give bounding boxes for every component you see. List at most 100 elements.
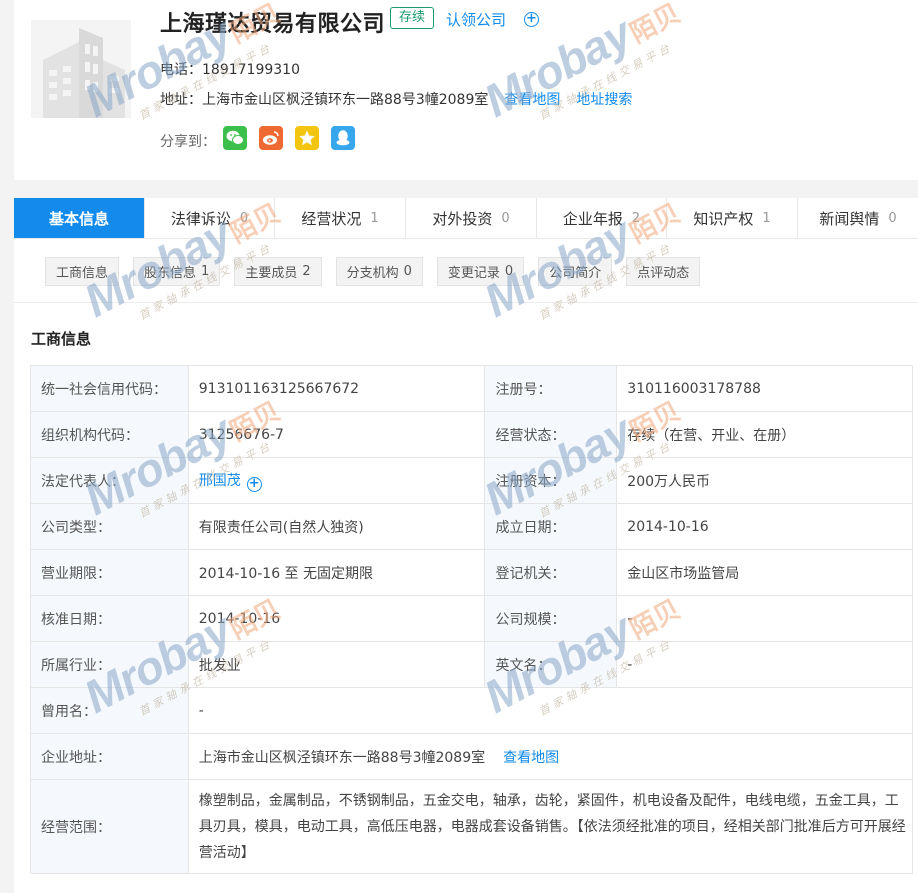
org-code-label: 组织机构代码： <box>30 411 189 458</box>
claim-company-link[interactable]: 认领公司 <box>446 9 506 30</box>
tab-label: 企业年报 <box>562 209 623 228</box>
table-row: 公司类型： 有限责任公司(自然人独资) 成立日期： 2014-10-16 <box>30 503 913 550</box>
table-row: 企业地址： 上海市金山区枫泾镇环东一路88号3幢2089室 查看地图 <box>30 733 914 780</box>
tab-count: 1 <box>762 210 771 226</box>
scale-value: - <box>616 595 913 642</box>
table-row: 曾用名： - <box>30 687 914 734</box>
former-name-label: 曾用名： <box>30 687 189 734</box>
tab-investments[interactable]: 对外投资 0 <box>406 198 537 238</box>
credit-code-label: 统一社会信用代码： <box>30 365 189 412</box>
follow-plus-icon[interactable]: + <box>246 476 262 492</box>
section-divider <box>14 302 918 303</box>
subtab-label: 股东信息 <box>144 266 197 281</box>
credit-code-value: 913101163125667672 <box>187 365 486 412</box>
table-row: 法定代表人： 邢国茂 + 注册资本： 200万人民币 <box>30 457 913 504</box>
legal-rep-label: 法定代表人： <box>30 457 189 504</box>
tab-label: 经营状况 <box>301 209 362 228</box>
term-value: 2014-10-16 至 无固定期限 <box>187 549 486 596</box>
sub-tabs: 工商信息 股东信息 1 主要成员 2 分支机构 0 变更记录 0 公司简介 点评动态 <box>45 257 701 286</box>
phone-number: 18917199310 <box>202 62 300 78</box>
subtab-label: 公司简介 <box>549 266 602 281</box>
main-panel: 基本信息 法律诉讼 0 经营状况 1 对外投资 0 企业年报 2 知识产权 1 新闻舆情 0… <box>14 198 918 893</box>
tab-annual-reports[interactable]: 企业年报 2 <box>537 198 667 238</box>
tab-operations[interactable]: 经营状况 1 <box>275 198 406 238</box>
subtab-key-members[interactable]: 主要成员 2 <box>234 257 322 286</box>
table-row: 统一社会信用代码： 913101163125667672 注册号： 310116… <box>30 365 913 412</box>
company-type-label: 公司类型： <box>30 503 189 550</box>
tab-label: 知识产权 <box>693 209 754 228</box>
phone-row: 电话：18917199310 <box>160 59 300 79</box>
legal-rep-cell: 邢国茂 + <box>187 457 486 504</box>
subtab-label: 分支机构 <box>346 266 399 281</box>
address-row: 地址：上海市金山区枫泾镇环东一路88号3幢2089室 查看地图 地址搜索 <box>160 89 632 109</box>
reg-no-value: 310116003178788 <box>616 365 913 412</box>
subtab-label: 主要成员 <box>245 266 298 281</box>
subtab-branches[interactable]: 分支机构 0 <box>335 257 423 286</box>
reg-no-label: 注册号： <box>484 365 618 412</box>
subtab-change-log[interactable]: 变更记录 0 <box>436 257 525 286</box>
weibo-icon[interactable] <box>259 126 283 150</box>
table-row: 组织机构代码： 31256676-7 经营状态： 存续（在营、开业、在册） <box>30 411 913 458</box>
company-name: 上海瑾达贸易有限公司 <box>160 12 386 37</box>
table-row: 核准日期： 2014-10-16 公司规模： - <box>30 595 913 642</box>
english-name-value: - <box>616 641 913 688</box>
tab-label: 法律诉讼 <box>170 209 231 228</box>
tab-count: 0 <box>888 210 897 226</box>
founded-label: 成立日期： <box>484 503 618 550</box>
address-search-link[interactable]: 地址搜索 <box>576 92 632 108</box>
tab-label: 基本信息 <box>48 209 109 228</box>
tab-count: 2 <box>631 210 641 226</box>
section-title: 工商信息 <box>31 330 92 348</box>
reg-capital-value: 200万人民币 <box>616 457 913 504</box>
status-badge: 存续 <box>390 7 435 29</box>
subtab-count: 1 <box>201 264 210 279</box>
subtab-label: 点评动态 <box>637 266 690 281</box>
qq-icon[interactable] <box>331 126 355 150</box>
subtab-profile[interactable]: 公司简介 <box>538 257 613 286</box>
business-info-table: 统一社会信用代码： 913101163125667672 注册号： 310116… <box>30 365 914 874</box>
approval-value: 2014-10-16 <box>187 595 486 642</box>
company-header-card: 上海瑾达贸易有限公司 存续 认领公司 + 电话：18917199310 地址：上… <box>14 0 918 180</box>
industry-label: 所属行业： <box>30 641 189 688</box>
address-label: 地址： <box>160 92 202 108</box>
tab-count: 0 <box>239 210 249 226</box>
table-row: 经营范围： 橡塑制品，金属制品，不锈钢制品，五金交电，轴承，齿轮，紧固件，机电设… <box>30 779 914 874</box>
address-text: 上海市金山区枫泾镇环东一路88号3幢2089室 <box>202 92 489 108</box>
follow-plus-icon[interactable]: + <box>524 12 539 27</box>
subtab-count: 2 <box>302 264 311 279</box>
phone-label: 电话： <box>160 62 202 78</box>
subtab-shareholders[interactable]: 股东信息 1 <box>133 257 221 286</box>
approval-label: 核准日期： <box>30 595 189 642</box>
wechat-icon[interactable] <box>223 126 247 150</box>
founded-value: 2014-10-16 <box>616 503 913 550</box>
legal-rep-link[interactable]: 邢国茂 <box>199 473 241 489</box>
biz-status-value: 存续（在营、开业、在册） <box>616 411 913 458</box>
reg-capital-label: 注册资本： <box>484 457 618 504</box>
view-map-link[interactable]: 查看地图 <box>504 92 560 108</box>
subtab-count: 0 <box>403 264 412 279</box>
view-map-link[interactable]: 查看地图 <box>503 750 559 766</box>
tab-basic-info[interactable]: 基本信息 <box>14 198 145 238</box>
main-tabs: 基本信息 法律诉讼 0 经营状况 1 对外投资 0 企业年报 2 知识产权 1 新闻舆情 0 <box>14 198 918 239</box>
english-name-label: 英文名： <box>484 641 618 688</box>
subtab-business-info[interactable]: 工商信息 <box>45 257 120 286</box>
tab-label: 对外投资 <box>432 209 493 228</box>
scale-label: 公司规模： <box>484 595 618 642</box>
subtab-label: 变更记录 <box>447 266 500 281</box>
tab-news[interactable]: 新闻舆情 0 <box>798 198 918 238</box>
industry-value: 批发业 <box>187 641 486 688</box>
subtab-reviews[interactable]: 点评动态 <box>626 257 701 286</box>
authority-label: 登记机关： <box>484 549 618 596</box>
company-type-value: 有限责任公司(自然人独资) <box>187 503 486 550</box>
org-code-value: 31256676-7 <box>187 411 486 458</box>
tab-count: 1 <box>370 210 379 226</box>
qzone-icon[interactable] <box>295 126 319 150</box>
share-icons <box>223 126 355 150</box>
tab-legal[interactable]: 法律诉讼 0 <box>145 198 275 238</box>
scope-label: 经营范围： <box>30 779 189 874</box>
tab-label: 新闻舆情 <box>819 209 880 228</box>
company-logo <box>31 20 131 118</box>
company-address-value: 上海市金山区枫泾镇环东一路88号3幢2089室 <box>198 749 486 766</box>
tab-ip[interactable]: 知识产权 1 <box>667 198 798 238</box>
authority-value: 金山区市场监管局 <box>616 549 913 596</box>
